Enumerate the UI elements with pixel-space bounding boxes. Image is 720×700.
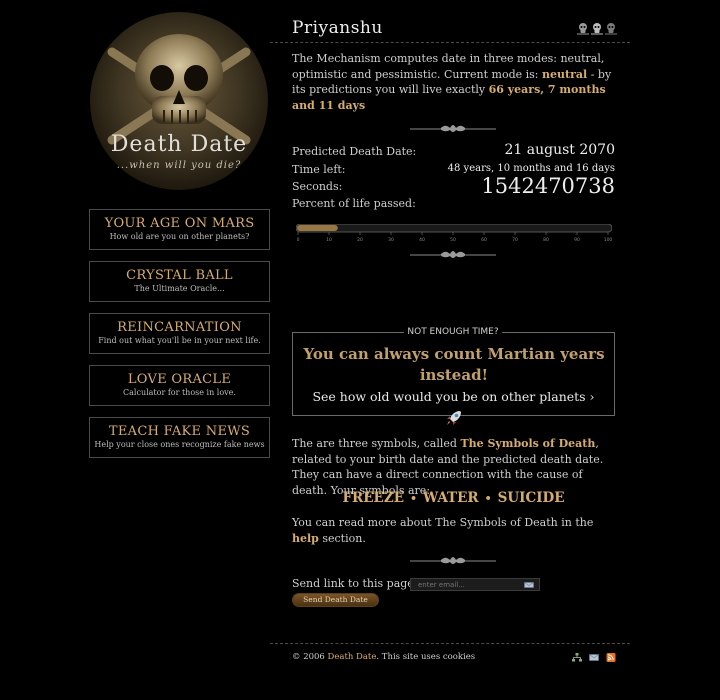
- symbols-text: The are three symbols, called: [292, 437, 461, 450]
- email-input[interactable]: [410, 578, 540, 591]
- ornament-divider: [410, 251, 496, 258]
- symbol-freeze[interactable]: FREEZE: [342, 490, 404, 506]
- predicted-death-date-value: 21 august 2070: [504, 142, 616, 158]
- scale-tick-label: 0: [297, 237, 300, 242]
- life-progress-bar: 0 10 20 30 40 50 60 70 80 90 100: [296, 224, 612, 242]
- panel-headline: You can always count Martian years inste…: [303, 345, 605, 384]
- help-link[interactable]: help: [292, 532, 319, 545]
- footer-divider: [270, 643, 630, 644]
- sitemap-icon[interactable]: [572, 653, 582, 662]
- scale-tick-label: 50: [450, 237, 456, 242]
- user-name-title: Priyanshu: [292, 18, 383, 38]
- send-link-label: Send link to this page:: [292, 577, 418, 590]
- scale-tick-label: 80: [543, 237, 549, 242]
- sidebar-item-crystal-ball[interactable]: CRYSTAL BALL The Ultimate Oracle...: [89, 261, 270, 302]
- time-left-label: Time left:: [292, 163, 346, 176]
- life-progress-fill: [297, 225, 338, 231]
- scale-tick-label: 100: [604, 237, 612, 242]
- logo-tagline: ...when will you die?: [116, 160, 242, 171]
- sidebar-item-title: LOVE ORACLE: [127, 372, 232, 387]
- help-text: You can read more about The Symbols of D…: [292, 516, 594, 529]
- help-text: section.: [318, 531, 366, 545]
- scale-tick-label: 40: [419, 237, 425, 242]
- progress-scale: 0 10 20 30 40 50 60 70 80 90 100: [297, 232, 612, 242]
- sidebar-item-subtitle: Help your close ones recognize fake news: [94, 440, 265, 449]
- symbol-suicide[interactable]: SUICIDE: [498, 490, 565, 506]
- header-divider: [270, 42, 630, 43]
- sidebar-item-subtitle: How old are you on other planets?: [109, 232, 250, 241]
- predicted-death-date-label: Predicted Death Date:: [292, 145, 417, 158]
- help-paragraph: You can read more about The Symbols of D…: [292, 515, 616, 546]
- symbols-of-death-name: The Symbols of Death: [460, 437, 596, 450]
- scale-tick-label: 20: [357, 237, 363, 242]
- cookies-text: . This site uses cookies: [376, 652, 476, 662]
- sidebar-item-title: CRYSTAL BALL: [126, 268, 233, 283]
- symbol-water[interactable]: WATER: [423, 490, 479, 506]
- skull-icon: [577, 23, 589, 35]
- intro-paragraph: The Mechanism computes date in three mod…: [292, 51, 614, 113]
- skull-icon: [605, 23, 617, 35]
- current-mode: neutral: [542, 67, 588, 81]
- death-date-home-link[interactable]: Death Date: [328, 652, 377, 662]
- sidebar-item-subtitle: Calculator for those in love.: [123, 388, 236, 397]
- scale-tick-label: 10: [326, 237, 332, 242]
- scale-tick-label: 60: [481, 237, 487, 242]
- sidebar-item-title: REINCARNATION: [117, 320, 242, 335]
- scale-tick-label: 30: [388, 237, 394, 242]
- sidebar-item-title: TEACH FAKE NEWS: [108, 424, 251, 439]
- sidebar-item-title: YOUR AGE ON MARS: [104, 216, 255, 231]
- mode-skulls[interactable]: [576, 22, 618, 36]
- mail-icon[interactable]: [589, 653, 599, 662]
- scale-tick-label: 70: [512, 237, 518, 242]
- sidebar-item-subtitle: Find out what you'll be in your next lif…: [98, 336, 261, 345]
- rocket-icon: [447, 411, 461, 425]
- panel-title: NOT ENOUGH TIME?: [404, 327, 502, 337]
- rss-icon[interactable]: [606, 653, 616, 662]
- bullet-separator: •: [409, 492, 418, 505]
- other-planets-link[interactable]: See how old would you be on other planet…: [292, 389, 615, 404]
- sidebar-item-teach-fake-news[interactable]: TEACH FAKE NEWS Help your close ones rec…: [89, 417, 270, 458]
- sidebar-item-age-on-mars[interactable]: YOUR AGE ON MARS How old are you on othe…: [89, 209, 270, 250]
- ornament-divider: [410, 557, 496, 564]
- symbols-paragraph: The are three symbols, called The Symbol…: [292, 436, 616, 498]
- sidebar-item-love-oracle[interactable]: LOVE ORACLE Calculator for those in love…: [89, 365, 270, 406]
- bullet-separator: •: [484, 492, 492, 505]
- send-death-date-button[interactable]: Send Death Date: [292, 593, 379, 607]
- footer-copyright: © 2006 Death Date. This site uses cookie…: [292, 652, 475, 662]
- symbols-list: FREEZE • WATER • SUICIDE: [292, 490, 615, 506]
- copyright-text: © 2006: [292, 652, 328, 662]
- seconds-label: Seconds:: [292, 180, 343, 193]
- skull-icon: [591, 23, 603, 35]
- seconds-value: 1542470738: [481, 174, 615, 198]
- death-date-logo[interactable]: Death Date ...when will you die?: [90, 12, 268, 190]
- time-left-value: 48 years, 10 months and 16 days: [447, 163, 615, 174]
- ornament-divider: [410, 125, 496, 132]
- envelope-icon: [524, 582, 534, 588]
- percent-life-label: Percent of life passed:: [292, 197, 416, 210]
- logo-title: Death Date: [110, 132, 248, 157]
- sidebar-item-subtitle: The Ultimate Oracle...: [134, 284, 225, 293]
- sidebar-item-reincarnation[interactable]: REINCARNATION Find out what you'll be in…: [89, 313, 270, 354]
- scale-tick-label: 90: [574, 237, 580, 242]
